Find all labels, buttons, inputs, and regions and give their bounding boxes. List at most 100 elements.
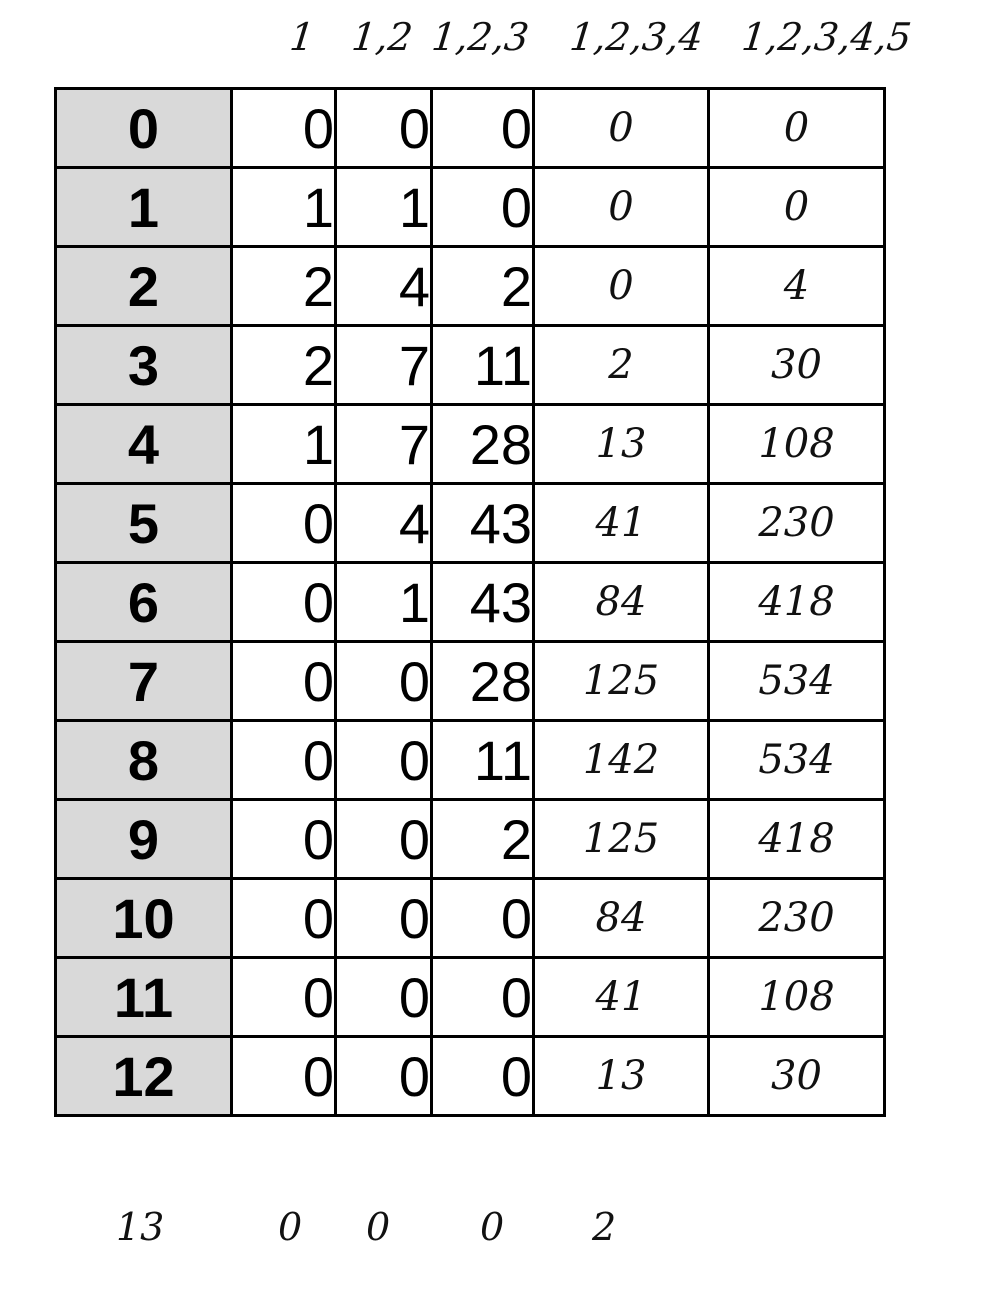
value-cell-c5: 30 [707,1035,886,1117]
value-cell-c3: 28 [430,403,535,485]
value-cell-c1: 2 [230,245,337,327]
footer-c3: 0 [480,1205,505,1249]
value-cell-c5: 108 [707,956,886,1038]
value-cell-c1: 0 [230,561,337,643]
value-cell-c1: 1 [230,403,337,485]
row-index-cell: 7 [54,640,233,722]
value-cell-c3: 0 [430,87,535,169]
value-cell-c5: 534 [707,640,886,722]
value-cell-c2: 1 [334,561,433,643]
value-cell-c4: 84 [532,877,710,959]
row-index-cell: 12 [54,1035,233,1117]
value-cell-c5: 30 [707,324,886,406]
column-header-4: 1,2,3,4 [567,15,706,59]
value-cell-c1: 0 [230,1035,337,1117]
row-index-cell: 1 [54,166,233,248]
value-cell-c4: 84 [532,561,710,643]
value-cell-c4: 13 [532,1035,710,1117]
value-cell-c3: 43 [430,482,535,564]
column-header-1: 1 [287,15,317,59]
value-cell-c3: 11 [430,719,535,801]
table-row: 11 0 0 0 41 108 [54,956,886,1038]
value-cell-c2: 4 [334,482,433,564]
value-cell-c4: 125 [532,640,710,722]
value-cell-c5: 534 [707,719,886,801]
value-cell-c5: 230 [707,877,886,959]
value-cell-c5: 230 [707,482,886,564]
table-row: 000000 [54,87,886,169]
value-cell-c1: 0 [230,798,337,880]
column-header-2: 1,2 [349,15,415,59]
value-cell-c3: 2 [430,798,535,880]
column-header-5: 1,2,3,4,5 [739,15,914,59]
column-header-3: 1,2,3 [429,15,532,59]
table-row: 224204 [54,245,886,327]
value-cell-c2: 0 [334,640,433,722]
table-row: 7 0 0 28 125 534 [54,640,886,722]
value-cell-c2: 7 [334,403,433,485]
table-row: 5 0 4 43 41 230 [54,482,886,564]
value-cell-c3: 2 [430,245,535,327]
footer-c4: 2 [592,1205,617,1249]
table-row: 9 0 0 2 125 418 [54,798,886,880]
value-cell-c3: 0 [430,877,535,959]
table-row: 4 1 7 28 13 108 [54,403,886,485]
value-cell-c1: 0 [230,640,337,722]
count-table: 0 0 0 0 0 0 1 1 1 0 0 0 2 2 4 2 0 4 3 2 7 11 2 30 4 1 7 28 13 108 5 0 4 4… [54,87,886,1117]
value-cell-c5: 0 [707,87,886,169]
value-cell-c4: 125 [532,798,710,880]
row-index-cell: 10 [54,877,233,959]
value-cell-c2: 0 [334,1035,433,1117]
value-cell-c2: 4 [334,245,433,327]
value-cell-c1: 0 [230,87,337,169]
value-cell-c2: 0 [334,719,433,801]
row-index-cell: 2 [54,245,233,327]
value-cell-c2: 0 [334,798,433,880]
value-cell-c2: 0 [334,877,433,959]
value-cell-c3: 0 [430,166,535,248]
footer-c1: 0 [278,1205,303,1249]
value-cell-c4: 0 [532,87,710,169]
value-cell-c4: 2 [532,324,710,406]
value-cell-c1: 0 [230,956,337,1038]
value-cell-c2: 1 [334,166,433,248]
value-cell-c5: 0 [707,166,886,248]
table-body: 0 0 0 0 0 0 1 1 1 0 0 0 2 2 4 2 0 4 3 2 7 11 2 30 4 1 7 28 13 108 5 0 4 4… [54,87,886,1117]
value-cell-c1: 0 [230,719,337,801]
value-cell-c5: 108 [707,403,886,485]
row-index-cell: 5 [54,482,233,564]
value-cell-c1: 2 [230,324,337,406]
value-cell-c4: 13 [532,403,710,485]
table-row: 12 0 0 0 13 30 [54,1035,886,1117]
value-cell-c5: 418 [707,798,886,880]
row-index-cell: 0 [54,87,233,169]
value-cell-c2: 0 [334,956,433,1038]
row-index-cell: 3 [54,324,233,406]
row-index-cell: 11 [54,956,233,1038]
value-cell-c4: 142 [532,719,710,801]
value-cell-c5: 418 [707,561,886,643]
value-cell-c2: 0 [334,87,433,169]
value-cell-c3: 0 [430,956,535,1038]
table-row: 111000 [54,166,886,248]
row-index-cell: 6 [54,561,233,643]
value-cell-c1: 0 [230,482,337,564]
value-cell-c3: 11 [430,324,535,406]
value-cell-c1: 0 [230,877,337,959]
table-row: 8 0 0 11 142 534 [54,719,886,801]
value-cell-c4: 0 [532,166,710,248]
value-cell-c3: 28 [430,640,535,722]
value-cell-c3: 0 [430,1035,535,1117]
value-cell-c5: 4 [707,245,886,327]
table-row: 10 0 0 0 84 230 [54,877,886,959]
footer-c2: 0 [366,1205,391,1249]
table-row: 3 2 7 11 2 30 [54,324,886,406]
footer-index: 13 [116,1205,165,1249]
value-cell-c2: 7 [334,324,433,406]
row-index-cell: 9 [54,798,233,880]
value-cell-c3: 43 [430,561,535,643]
row-index-cell: 4 [54,403,233,485]
value-cell-c4: 0 [532,245,710,327]
row-index-cell: 8 [54,719,233,801]
value-cell-c4: 41 [532,482,710,564]
